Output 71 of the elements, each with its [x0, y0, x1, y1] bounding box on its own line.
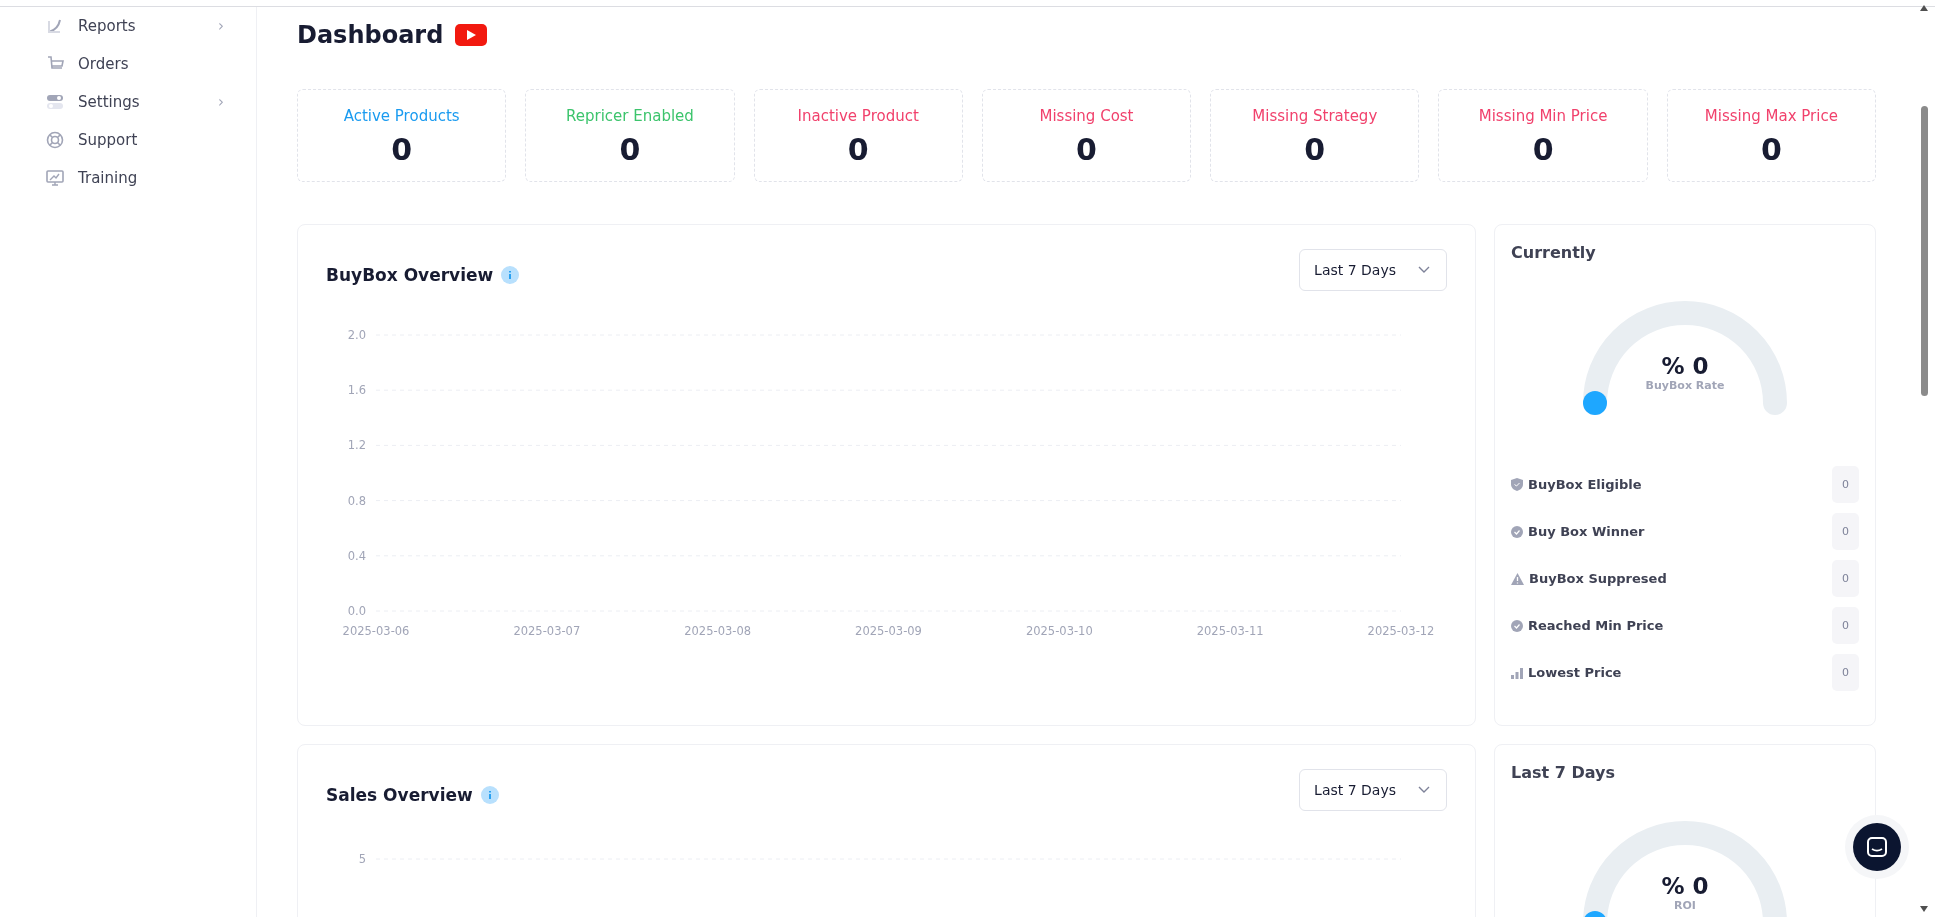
stat-value: 0: [1532, 132, 1554, 167]
chat-bubble-icon: [1867, 837, 1887, 857]
y-axis-label: 1.2: [347, 438, 366, 453]
sidebar-item[interactable]: Support: [0, 121, 256, 159]
stat-value: 0: [1076, 132, 1097, 167]
stat-label: Active Products: [343, 107, 460, 125]
chevron-icon: ›: [218, 17, 224, 35]
period-dropdown[interactable]: Last 7 Days: [1299, 249, 1447, 291]
sidebar-item[interactable]: Reports ›: [0, 7, 256, 45]
sidebar-item[interactable]: Orders: [0, 45, 256, 83]
x-axis-label: 2025-03-10: [1025, 624, 1093, 638]
stat-value: 0: [847, 132, 869, 167]
page-title: Dashboard: [297, 21, 444, 49]
y-axis-label: 1.6: [347, 383, 366, 398]
y-axis-label: 0.8: [347, 493, 366, 508]
info-icon[interactable]: [501, 266, 520, 284]
gauge-value: % 0: [1661, 353, 1709, 379]
lifebuoy-icon: [46, 131, 64, 149]
info-icon[interactable]: [480, 786, 499, 804]
stat-label: Repricer Enabled: [566, 107, 694, 125]
stat-value: 0: [1832, 607, 1859, 644]
stat-value: 0: [619, 132, 641, 167]
stat-value: 0: [1760, 132, 1782, 167]
stat-label: Lowest Price: [1528, 665, 1623, 680]
y-axis-label: 0.4: [347, 548, 366, 563]
sidebar-item[interactable]: Settings ›: [0, 83, 256, 121]
stat-label: Missing Cost: [1039, 107, 1134, 125]
chevron-icon: ›: [218, 93, 224, 111]
stat-value: 0: [1832, 466, 1859, 503]
stat-label: BuyBox Eligible: [1528, 477, 1643, 492]
bar-chart-icon: [1511, 666, 1523, 679]
stat-label: Missing Strategy: [1252, 107, 1378, 125]
gauge-label: ROI: [1674, 899, 1696, 912]
card-title: Last 7 Days: [1511, 763, 1616, 782]
stat-value: 0: [391, 132, 413, 167]
chart-curve-icon: [46, 17, 64, 35]
card-title: BuyBox Overview: [326, 265, 494, 285]
y-axis-label: 5: [358, 852, 366, 866]
check-circle-icon: [1511, 525, 1523, 538]
monitor-icon: [46, 169, 64, 187]
stat-value: 0: [1832, 513, 1859, 550]
x-axis-label: 2025-03-08: [684, 624, 752, 638]
warning-icon: [1511, 572, 1524, 585]
stat-value: 0: [1832, 654, 1859, 691]
check-circle-icon: [1511, 619, 1523, 632]
stat-value: 0: [1304, 132, 1326, 167]
y-axis-label: 2.0: [347, 328, 366, 342]
caret-icon: [1418, 786, 1430, 794]
shield-icon: [1511, 478, 1523, 491]
period-dropdown[interactable]: Last 7 Days: [1299, 769, 1447, 811]
gauge-value: % 0: [1661, 873, 1709, 899]
stat-label: Missing Min Price: [1478, 107, 1608, 125]
card-title: Currently: [1511, 243, 1597, 262]
gauge-label: BuyBox Rate: [1645, 379, 1725, 392]
x-axis-label: 2025-03-07: [513, 624, 581, 638]
stat-label: Buy Box Winner: [1528, 524, 1646, 539]
x-axis-label: 2025-03-11: [1196, 624, 1264, 638]
card-title: Sales Overview: [326, 785, 473, 805]
x-axis-label: 2025-03-06: [342, 624, 410, 638]
x-axis-label: 2025-03-12: [1367, 624, 1435, 638]
sidebar-item[interactable]: Training: [0, 159, 256, 197]
stat-label: Reached Min Price: [1528, 618, 1665, 633]
stat-label: Missing Max Price: [1704, 107, 1838, 125]
caret-icon: [1418, 266, 1430, 274]
stat-label: Inactive Product: [797, 107, 919, 125]
stat-value: 0: [1832, 560, 1859, 597]
y-axis-label: 0.0: [347, 604, 366, 618]
stat-label: BuyBox Suppresed: [1529, 571, 1668, 586]
toggle-icon: [46, 93, 64, 111]
x-axis-label: 2025-03-09: [855, 624, 922, 638]
video-play-icon[interactable]: [455, 24, 488, 46]
